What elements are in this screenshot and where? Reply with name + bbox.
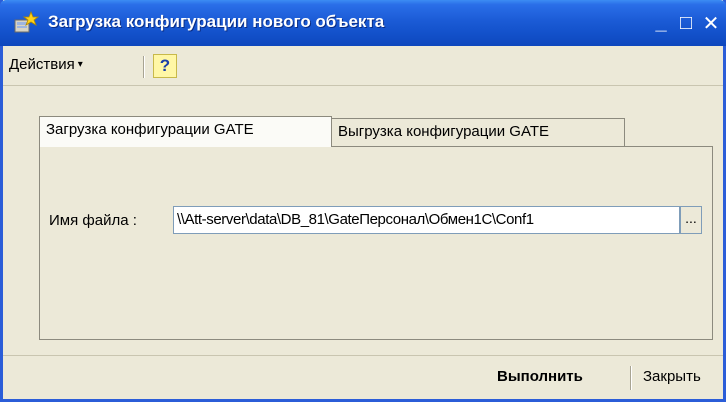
file-name-label: Имя файла :	[49, 212, 137, 229]
help-button[interactable]: ?	[153, 54, 177, 78]
execute-button[interactable]: Выполнить	[497, 368, 583, 385]
tab-export-config[interactable]: Выгрузка конфигурации GATE	[332, 118, 625, 146]
footer-bar: Выполнить Закрыть	[3, 355, 723, 399]
actions-menu[interactable]: Действия ▾	[9, 56, 83, 73]
menu-separator	[143, 56, 145, 78]
menu-bar: Действия ▾ ?	[3, 46, 723, 86]
browse-button[interactable]: ...	[680, 206, 702, 234]
tab-load-config[interactable]: Загрузка конфигурации GATE	[39, 116, 332, 147]
title-bar[interactable]: Загрузка конфигурации нового объекта _ □…	[0, 0, 726, 46]
dialog-window: Загрузка конфигурации нового объекта _ □…	[0, 0, 726, 402]
config-load-icon	[12, 10, 40, 36]
minimize-button[interactable]: _	[648, 10, 674, 36]
actions-menu-label: Действия	[9, 56, 75, 73]
maximize-button[interactable]: □	[673, 10, 699, 36]
tab-panel	[39, 146, 713, 340]
window-title: Загрузка конфигурации нового объекта	[48, 12, 385, 31]
close-button[interactable]: Закрыть	[643, 368, 701, 385]
footer-separator	[630, 366, 632, 390]
close-window-button[interactable]: ✕	[698, 10, 724, 36]
chevron-down-icon: ▾	[77, 59, 83, 70]
file-name-input[interactable]: \\Att-server\data\DB_81\GateПерсонал\Обм…	[173, 206, 680, 234]
